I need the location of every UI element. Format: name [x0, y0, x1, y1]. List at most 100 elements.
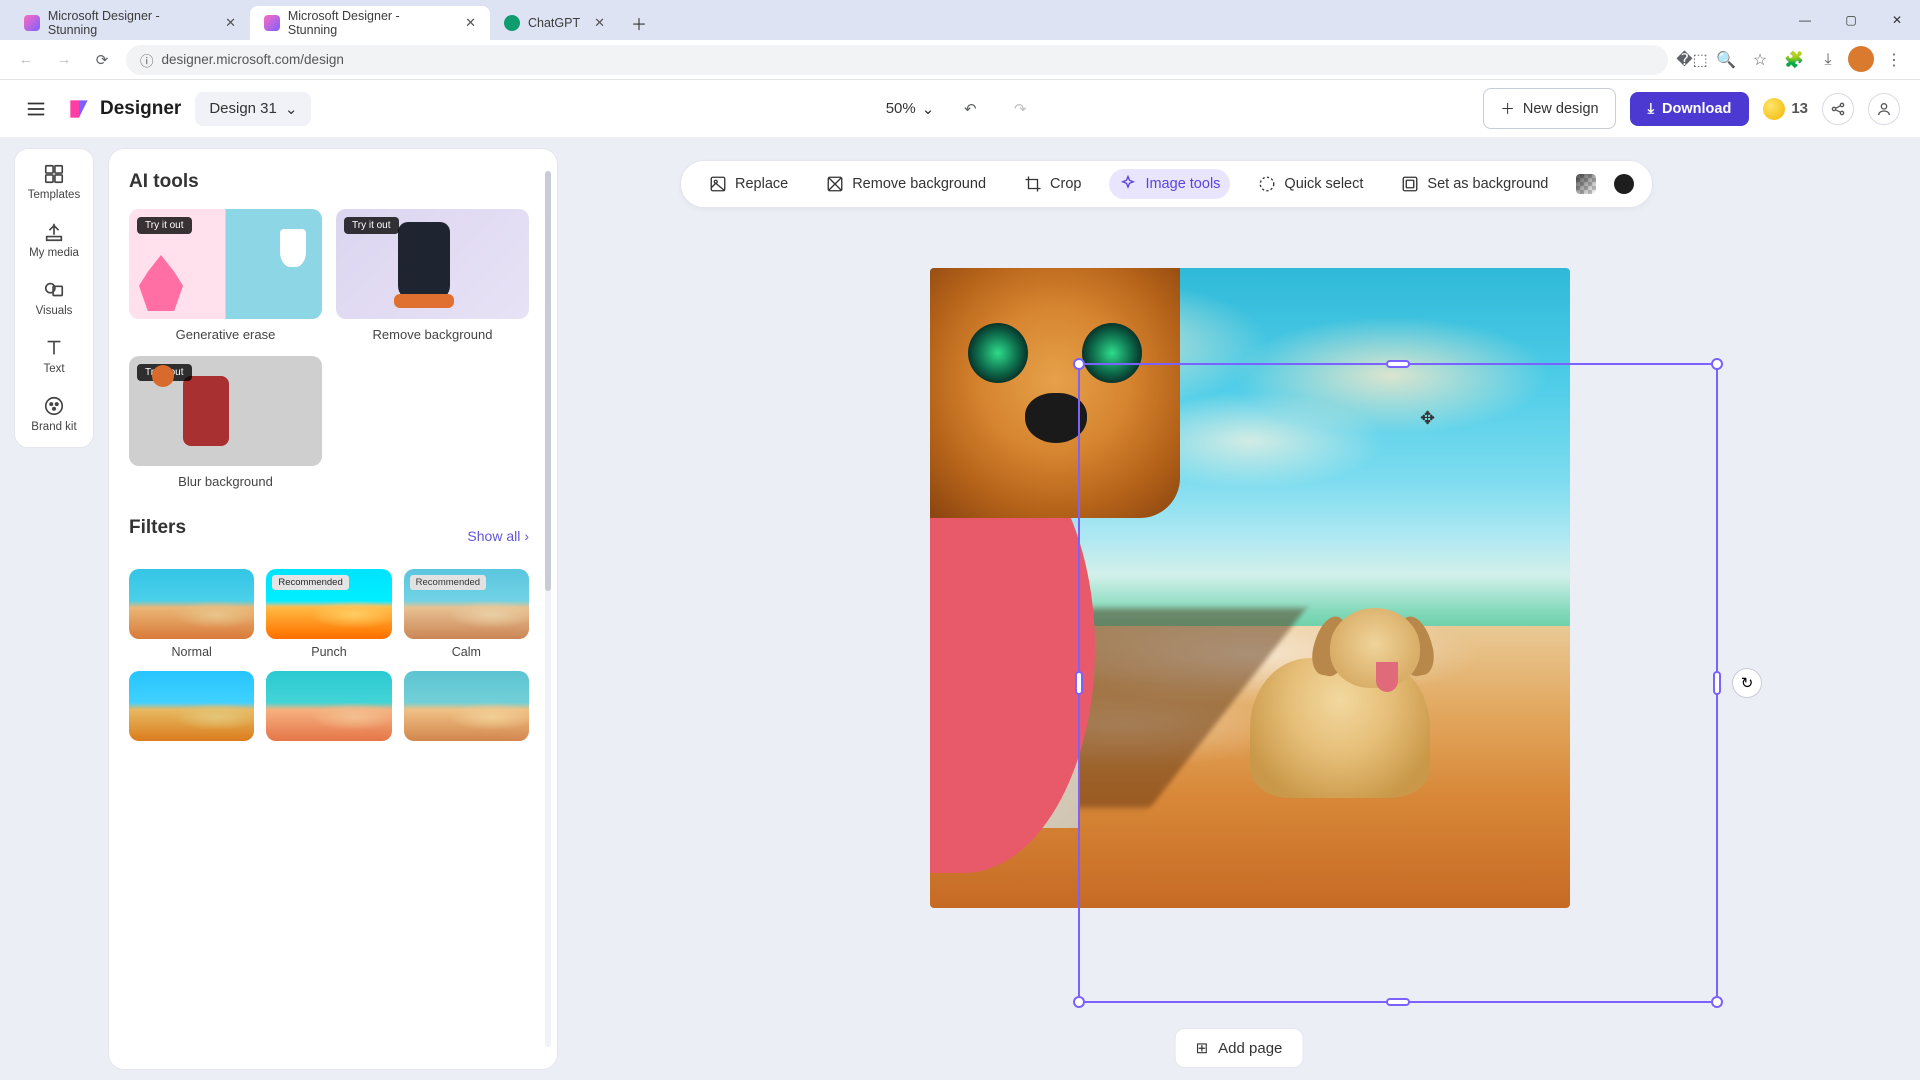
zoom-undo-group: 50% ⌄ ↶ ↷ — [886, 95, 1035, 123]
filter-extra[interactable] — [404, 671, 529, 741]
design-name-text: Design 31 — [209, 100, 277, 117]
filter-thumb: Recommended — [266, 569, 391, 639]
filter-normal[interactable]: Normal — [129, 569, 254, 659]
kebab-menu-icon[interactable]: ⋮ — [1880, 46, 1908, 74]
chevron-right-icon: › — [524, 528, 529, 544]
left-rail: Templates My media Visuals Text Brand ki… — [14, 148, 94, 448]
ctx-label: Crop — [1050, 176, 1081, 192]
color-swatch-icon[interactable] — [1614, 174, 1634, 194]
new-design-button[interactable]: ＋ New design — [1483, 88, 1615, 129]
show-all-filters[interactable]: Show all › — [467, 528, 529, 544]
bookmark-icon[interactable]: ☆ — [1746, 46, 1774, 74]
browser-tab[interactable]: Microsoft Designer - Stunning ✕ — [250, 6, 490, 40]
close-icon[interactable]: ✕ — [465, 15, 476, 31]
chevron-down-icon: ⌄ — [285, 100, 298, 118]
tool-label: Generative erase — [176, 327, 276, 342]
install-app-icon[interactable]: �⬚ — [1678, 46, 1706, 74]
rail-label: My media — [29, 247, 79, 259]
profile-avatar-icon[interactable] — [1848, 46, 1874, 72]
brand[interactable]: Designer — [66, 96, 181, 122]
browser-tab-strip: Microsoft Designer - Stunning ✕ Microsof… — [0, 0, 1920, 40]
share-icon[interactable] — [1822, 93, 1854, 125]
resize-side-icon[interactable] — [1386, 998, 1410, 1006]
minimize-icon[interactable]: — — [1782, 0, 1828, 40]
download-icon: ⤓ — [1648, 101, 1654, 117]
ctx-remove-background[interactable]: Remove background — [816, 169, 996, 199]
filter-label: Punch — [311, 645, 346, 659]
rail-label: Brand kit — [31, 421, 76, 433]
tool-thumb: Try it out — [129, 209, 322, 319]
opacity-icon[interactable] — [1576, 174, 1596, 194]
recommended-badge: Recommended — [272, 575, 348, 590]
selection-box[interactable]: ↻ — [1078, 363, 1718, 1003]
forward-icon[interactable]: → — [50, 46, 78, 74]
rail-templates[interactable]: Templates — [28, 163, 80, 201]
ctx-label: Replace — [735, 176, 788, 192]
menu-icon[interactable] — [20, 93, 52, 125]
zoom-selector[interactable]: 50% ⌄ — [886, 100, 935, 118]
ctx-set-background[interactable]: Set as background — [1391, 169, 1558, 199]
rail-brand-kit[interactable]: Brand kit — [31, 395, 76, 433]
resize-handle-icon[interactable] — [1073, 996, 1085, 1008]
close-window-icon[interactable]: ✕ — [1874, 0, 1920, 40]
rail-visuals[interactable]: Visuals — [36, 279, 73, 317]
rotate-handle-icon[interactable]: ↻ — [1732, 668, 1762, 698]
tool-generative-erase[interactable]: Try it out Generative erase — [129, 209, 322, 342]
main-area: Templates My media Visuals Text Brand ki… — [0, 138, 1920, 1080]
browser-tab[interactable]: Microsoft Designer - Stunning ✕ — [10, 6, 250, 40]
reload-icon[interactable]: ⟳ — [88, 46, 116, 74]
redo-icon[interactable]: ↷ — [1006, 95, 1034, 123]
download-label: Download — [1662, 101, 1731, 117]
chevron-down-icon: ⌄ — [922, 100, 935, 118]
ctx-image-tools[interactable]: Image tools — [1109, 169, 1230, 199]
zoom-icon[interactable]: 🔍 — [1712, 46, 1740, 74]
ctx-quick-select[interactable]: Quick select — [1248, 169, 1373, 199]
tool-remove-background[interactable]: Try it out Remove background — [336, 209, 529, 342]
undo-icon[interactable]: ↶ — [956, 95, 984, 123]
ai-tools-heading: AI tools — [129, 171, 529, 193]
credits-balance[interactable]: 13 — [1763, 98, 1808, 120]
filter-extra[interactable] — [266, 671, 391, 741]
close-icon[interactable]: ✕ — [225, 15, 236, 31]
ctx-replace[interactable]: Replace — [699, 169, 798, 199]
resize-handle-icon[interactable] — [1711, 996, 1723, 1008]
browser-tab[interactable]: ChatGPT ✕ — [490, 6, 619, 40]
side-panel: AI tools Try it out Generative erase Try… — [108, 148, 558, 1070]
close-icon[interactable]: ✕ — [594, 15, 605, 31]
ctx-crop[interactable]: Crop — [1014, 169, 1091, 199]
ctx-label: Image tools — [1145, 176, 1220, 192]
resize-handle-icon[interactable] — [1711, 358, 1723, 370]
panel-scrollbar[interactable] — [545, 171, 551, 1047]
filter-punch[interactable]: Recommended Punch — [266, 569, 391, 659]
tool-label: Blur background — [178, 474, 273, 489]
tool-thumb: Try it out — [336, 209, 529, 319]
url-input[interactable]: ⓘ designer.microsoft.com/design — [126, 45, 1668, 75]
rail-text[interactable]: Text — [43, 337, 65, 375]
site-info-icon: ⓘ — [140, 50, 154, 70]
filter-extra[interactable] — [129, 671, 254, 741]
resize-side-icon[interactable] — [1713, 671, 1721, 695]
tool-blur-background[interactable]: Try it out Blur background — [129, 356, 322, 489]
new-tab-button[interactable]: ＋ — [625, 9, 653, 37]
rail-my-media[interactable]: My media — [29, 221, 79, 259]
extensions-icon[interactable]: 🧩 — [1780, 46, 1808, 74]
plus-square-icon: ⊞ — [1196, 1039, 1209, 1057]
move-cursor-icon: ✥ — [1420, 408, 1435, 429]
rail-label: Templates — [28, 189, 80, 201]
design-name-selector[interactable]: Design 31 ⌄ — [195, 92, 311, 126]
resize-side-icon[interactable] — [1386, 360, 1410, 368]
recommended-badge: Recommended — [410, 575, 486, 590]
back-icon[interactable]: ← — [12, 46, 40, 74]
downloads-icon[interactable]: ⤓ — [1814, 46, 1842, 74]
account-icon[interactable] — [1868, 93, 1900, 125]
ctx-label: Set as background — [1427, 176, 1548, 192]
ctx-label: Quick select — [1284, 176, 1363, 192]
filter-calm[interactable]: Recommended Calm — [404, 569, 529, 659]
designer-favicon-icon — [24, 15, 40, 31]
resize-handle-icon[interactable] — [1073, 358, 1085, 370]
add-page-button[interactable]: ⊞ Add page — [1175, 1028, 1304, 1068]
maximize-icon[interactable]: ▢ — [1828, 0, 1874, 40]
resize-side-icon[interactable] — [1075, 671, 1083, 695]
download-button[interactable]: ⤓ Download — [1630, 92, 1750, 126]
credits-value: 13 — [1791, 100, 1808, 117]
